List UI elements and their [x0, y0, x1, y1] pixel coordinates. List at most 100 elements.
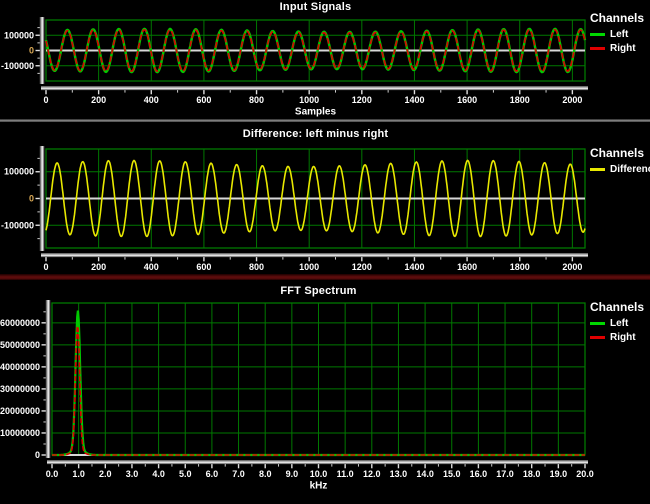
x-tick-label: 0: [43, 262, 48, 272]
x-tick-label: 1000: [299, 262, 319, 272]
y-tick-label: 10000000: [0, 428, 40, 438]
x-tick-label: 2.0: [99, 469, 112, 479]
y-tick-label: 100000: [4, 167, 34, 177]
x-tick-label: 1600: [457, 262, 477, 272]
legend-title: Channels: [590, 146, 645, 160]
legend-swatch: [590, 322, 605, 325]
x-tick-label: 600: [196, 262, 211, 272]
legend-label: Right: [610, 332, 636, 343]
y-tick-label: 0: [29, 194, 34, 204]
y-axis-bar: [41, 146, 43, 251]
x-axis-title: Samples: [295, 106, 337, 117]
y-tick-label: 20000000: [0, 406, 40, 416]
legend-swatch: [590, 168, 605, 171]
x-axis-bar: [41, 87, 588, 89]
legend-item-difference: Difference: [590, 164, 650, 175]
x-tick-label: 18.0: [523, 469, 541, 479]
chart-panel-fft-spectrum: 60000000 50000000 40000000 30000000 20000000…: [0, 280, 650, 504]
x-tick-label: 13.0: [390, 469, 408, 479]
x-axis-bar: [47, 461, 588, 463]
plot-area-fft-spectrum: 60000000 50000000 40000000 30000000 20000000…: [0, 300, 594, 491]
x-tick-label: 200: [91, 262, 106, 272]
x-tick-label: 12.0: [363, 469, 381, 479]
x-tick-label: 1400: [404, 262, 424, 272]
legend-item-right: Right: [590, 43, 650, 54]
y-axis-bar: [43, 17, 45, 84]
x-axis-bar: [41, 89, 588, 91]
legend-title: Channels: [590, 11, 645, 25]
y-tick-label: 50000000: [0, 340, 40, 350]
y-tick-label: 0: [29, 46, 34, 56]
legend-item-left: Left: [590, 29, 650, 40]
y-axis-bar: [45, 300, 48, 458]
x-tick-label: 800: [249, 95, 264, 105]
legend-input-signals: Channels Left Right: [590, 11, 650, 57]
y-tick-label: 40000000: [0, 362, 40, 372]
chart-title-fft-spectrum: FFT Spectrum: [280, 285, 357, 297]
x-tick-label: 5.0: [179, 469, 192, 479]
x-axis-bar: [41, 256, 588, 258]
legend-label: Left: [610, 318, 629, 329]
plot-area-input-signals: 100000 0 -100000 0 200 400 600 800 1000 1200 1400 1…: [1, 17, 588, 117]
legend-item-right: Right: [590, 332, 650, 343]
legend-fft-spectrum: Channels Left Right: [590, 300, 650, 346]
y-axis-bar: [39, 146, 42, 251]
x-tick-label: 1200: [352, 95, 372, 105]
x-tick-label: 1.0: [72, 469, 85, 479]
y-tick-label: 30000000: [0, 384, 40, 394]
legend-swatch: [590, 336, 605, 339]
y-tick-label: 0: [35, 450, 40, 460]
x-tick-label: 4.0: [152, 469, 165, 479]
x-tick-label: 1600: [457, 95, 477, 105]
x-axis-title: kHz: [310, 480, 328, 491]
x-tick-label: 800: [249, 262, 264, 272]
chart-title-input-signals: Input Signals: [279, 1, 352, 13]
x-tick-label: 7.0: [232, 469, 245, 479]
y-tick-label: -100000: [1, 61, 34, 71]
y-tick-label: 60000000: [0, 318, 40, 328]
y-axis-bar: [41, 17, 43, 84]
x-tick-label: 400: [144, 262, 159, 272]
y-axis-bar: [39, 17, 42, 84]
x-tick-label: 2000: [562, 262, 582, 272]
x-tick-label: 6.0: [206, 469, 219, 479]
x-tick-label: 17.0: [496, 469, 514, 479]
x-tick-label: 0.0: [46, 469, 59, 479]
y-axis-bar: [43, 146, 45, 251]
legend-swatch: [590, 47, 605, 50]
legend-difference: Channels Difference: [590, 146, 650, 178]
legend-title: Channels: [590, 300, 645, 314]
x-axis-bar: [41, 86, 588, 88]
x-tick-label: 1800: [510, 95, 530, 105]
chart-panel-input-signals: 100000 0 -100000 0 200 400 600 800 1000 1200 1400 1…: [0, 0, 650, 119]
chart-title-difference: Difference: left minus right: [242, 128, 389, 140]
legend-item-left: Left: [590, 318, 650, 329]
y-tick-label: -100000: [1, 220, 34, 230]
plot-area-difference: 100000 0 -100000 0 200 400 600 800 1000 1200 1400 1…: [1, 146, 588, 272]
x-axis-bar: [47, 460, 588, 462]
signal-analyzer-window: 100000 0 -100000 0 200 400 600 800 1000 1200 1400 1…: [0, 0, 650, 504]
x-tick-label: 400: [144, 95, 159, 105]
x-tick-label: 2000: [562, 95, 582, 105]
x-axis-bar: [47, 463, 588, 465]
legend-swatch: [590, 33, 605, 36]
x-tick-label: 600: [196, 95, 211, 105]
x-tick-label: 0: [43, 95, 48, 105]
x-tick-label: 19.0: [550, 469, 568, 479]
x-tick-label: 11.0: [337, 469, 354, 479]
x-tick-label: 14.0: [416, 469, 434, 479]
x-tick-label: 1000: [299, 95, 319, 105]
y-axis-bar: [49, 300, 51, 458]
y-tick-label: 100000: [4, 30, 34, 40]
x-tick-label: 8.0: [259, 469, 272, 479]
y-axis-bar: [47, 300, 49, 458]
x-tick-label: 1800: [510, 262, 530, 272]
x-tick-label: 10.0: [310, 469, 328, 479]
x-tick-label: 15.0: [443, 469, 461, 479]
legend-label: Left: [610, 29, 629, 40]
x-tick-label: 1200: [352, 262, 372, 272]
x-tick-label: 9.0: [286, 469, 299, 479]
x-tick-label: 1400: [404, 95, 424, 105]
x-tick-label: 16.0: [470, 469, 488, 479]
x-axis-bar: [41, 253, 588, 255]
